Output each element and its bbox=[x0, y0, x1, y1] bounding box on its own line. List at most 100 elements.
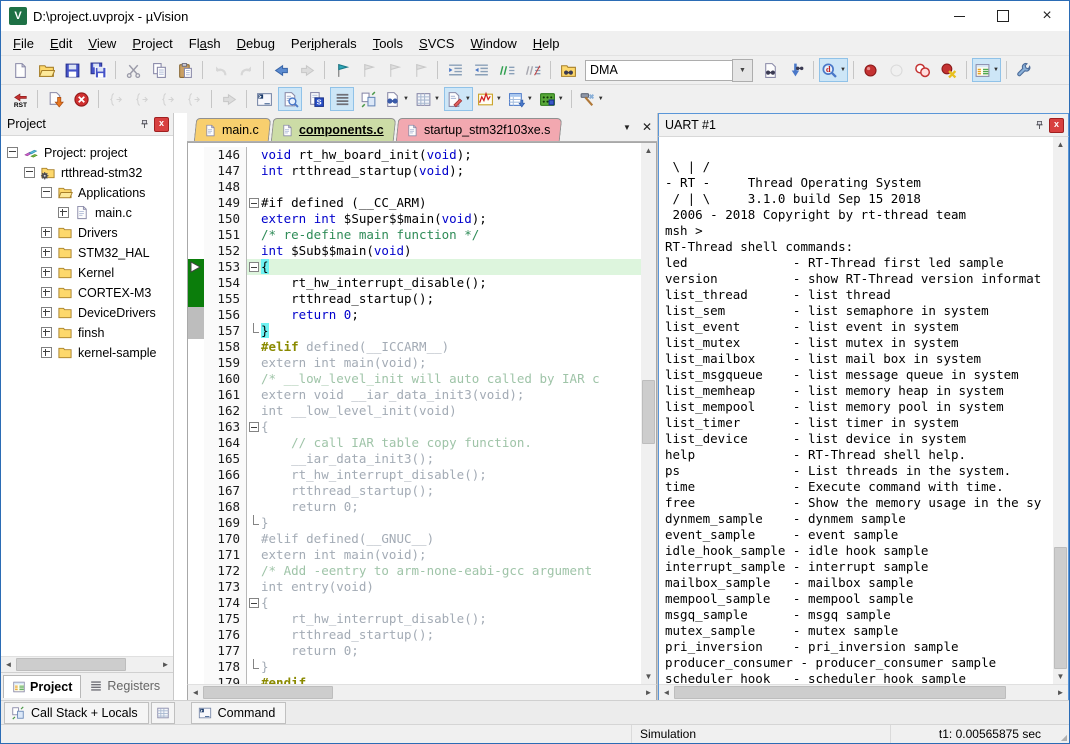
maximize-button[interactable] bbox=[981, 1, 1025, 31]
indent-button[interactable] bbox=[443, 58, 467, 82]
tree-item-kernel-sample[interactable]: kernel-sample bbox=[1, 342, 173, 362]
start-stop-debug-button[interactable]: ▼ bbox=[819, 58, 848, 82]
scroll-right-icon[interactable]: ► bbox=[641, 685, 656, 700]
copy-button[interactable] bbox=[147, 58, 171, 82]
menu-edit[interactable]: Edit bbox=[42, 34, 80, 53]
menu-window[interactable]: Window bbox=[462, 34, 524, 53]
workspace-tab-registers[interactable]: Registers bbox=[81, 675, 168, 697]
combo-dropdown-icon[interactable]: ▼ bbox=[732, 59, 753, 82]
uart-panel-close-icon[interactable]: x bbox=[1049, 118, 1064, 133]
minimize-button[interactable] bbox=[937, 1, 981, 31]
navigate-back-button[interactable] bbox=[269, 58, 293, 82]
configure-target-button[interactable] bbox=[1012, 58, 1036, 82]
scroll-up-icon[interactable]: ▲ bbox=[641, 143, 656, 158]
tree-expander-icon[interactable] bbox=[41, 287, 52, 298]
uart-hscrollbar[interactable]: ◄ ► bbox=[659, 684, 1068, 700]
tree-expander-icon[interactable] bbox=[41, 227, 52, 238]
tree-item-rtthread-stm32[interactable]: rtthread-stm32 bbox=[1, 162, 173, 182]
fold-marker-icon[interactable] bbox=[247, 595, 261, 611]
comment-selection-button[interactable] bbox=[495, 58, 519, 82]
fold-marker-icon[interactable] bbox=[247, 323, 261, 339]
save-all-button[interactable] bbox=[86, 58, 110, 82]
scroll-thumb[interactable] bbox=[16, 658, 126, 671]
fold-marker-icon[interactable] bbox=[247, 195, 261, 211]
scroll-down-icon[interactable]: ▼ bbox=[1053, 669, 1068, 684]
tree-item-devicedrivers[interactable]: DeviceDrivers bbox=[1, 302, 173, 322]
memory-window-button[interactable]: ▼ bbox=[413, 87, 442, 111]
dropdown-arrow-icon[interactable]: ▼ bbox=[840, 67, 846, 73]
fold-marker-icon[interactable] bbox=[247, 515, 261, 531]
run-button[interactable] bbox=[43, 87, 67, 111]
tree-expander-icon[interactable] bbox=[41, 327, 52, 338]
pin-icon[interactable] bbox=[1032, 118, 1046, 132]
workspace-tab-project[interactable]: Project bbox=[3, 675, 81, 698]
vertical-splitter[interactable] bbox=[174, 113, 187, 701]
command-tab[interactable]: Command bbox=[191, 702, 287, 724]
tree-item-stm32-hal[interactable]: STM32_HAL bbox=[1, 242, 173, 262]
window-layout-button[interactable]: ▼ bbox=[972, 58, 1001, 82]
debug-settings-button[interactable]: ▼ bbox=[577, 87, 606, 111]
tree-expander-icon[interactable] bbox=[24, 167, 35, 178]
fold-marker-icon[interactable] bbox=[247, 419, 261, 435]
tree-expander-icon[interactable] bbox=[41, 187, 52, 198]
project-panel-close-icon[interactable]: x bbox=[154, 117, 169, 132]
dropdown-arrow-icon[interactable]: ▼ bbox=[558, 96, 564, 102]
menu-project[interactable]: Project bbox=[124, 34, 180, 53]
symbol-window-button[interactable] bbox=[304, 87, 328, 111]
tree-item-cortex-m3[interactable]: CORTEX-M3 bbox=[1, 282, 173, 302]
tree-item-kernel[interactable]: Kernel bbox=[1, 262, 173, 282]
scroll-right-icon[interactable]: ► bbox=[1053, 685, 1068, 700]
tree-item-finsh[interactable]: finsh bbox=[1, 322, 173, 342]
dropdown-arrow-icon[interactable]: ▼ bbox=[527, 96, 533, 102]
menu-tools[interactable]: Tools bbox=[365, 34, 411, 53]
tree-item-applications[interactable]: Applications bbox=[1, 182, 173, 202]
tree-item-drivers[interactable]: Drivers bbox=[1, 222, 173, 242]
disassembly-window-button[interactable] bbox=[278, 87, 302, 111]
editor-vscrollbar[interactable]: ▲ ▼ bbox=[641, 143, 656, 684]
menu-svcs[interactable]: SVCS bbox=[411, 34, 462, 53]
scroll-left-icon[interactable]: ◄ bbox=[1, 657, 16, 672]
outdent-button[interactable] bbox=[469, 58, 493, 82]
uart-terminal[interactable]: \ | /- RT - Thread Operating System / | … bbox=[659, 137, 1053, 684]
scroll-left-icon[interactable]: ◄ bbox=[659, 685, 674, 700]
resize-grip[interactable]: ◢ bbox=[1051, 724, 1069, 744]
dropdown-arrow-icon[interactable]: ▼ bbox=[993, 67, 999, 73]
pin-icon[interactable] bbox=[137, 117, 151, 131]
tree-expander-icon[interactable] bbox=[41, 347, 52, 358]
find-text-input[interactable] bbox=[585, 60, 732, 81]
fold-marker-icon[interactable] bbox=[247, 659, 261, 675]
incremental-find-button[interactable] bbox=[784, 58, 808, 82]
dropdown-arrow-icon[interactable]: ▼ bbox=[403, 96, 409, 102]
tree-item-project-project[interactable]: Project: project bbox=[1, 142, 173, 162]
paste-button[interactable] bbox=[173, 58, 197, 82]
insert-breakpoint-button[interactable] bbox=[859, 58, 883, 82]
registers-window-button[interactable] bbox=[330, 87, 354, 111]
command-window-button[interactable] bbox=[252, 87, 276, 111]
editor-tab-main-c[interactable]: main.c bbox=[194, 118, 271, 141]
dropdown-arrow-icon[interactable]: ▼ bbox=[465, 96, 471, 102]
tree-expander-icon[interactable] bbox=[58, 207, 69, 218]
scroll-down-icon[interactable]: ▼ bbox=[641, 669, 656, 684]
dropdown-arrow-icon[interactable]: ▼ bbox=[434, 96, 440, 102]
tab-list-dropdown-icon[interactable]: ▼ bbox=[617, 123, 637, 132]
scroll-thumb[interactable] bbox=[642, 380, 655, 444]
project-hscrollbar[interactable]: ◄ ► bbox=[1, 656, 173, 672]
fold-marker-icon[interactable] bbox=[247, 259, 261, 275]
reset-cpu-button[interactable] bbox=[8, 87, 32, 111]
open-file-button[interactable] bbox=[34, 58, 58, 82]
close-button[interactable]: × bbox=[1025, 1, 1069, 31]
menu-file[interactable]: File bbox=[5, 34, 42, 53]
tree-expander-icon[interactable] bbox=[41, 307, 52, 318]
tree-expander-icon[interactable] bbox=[7, 147, 18, 158]
scroll-up-icon[interactable]: ▲ bbox=[1053, 137, 1068, 152]
enable-disable-breakpoints-button[interactable] bbox=[911, 58, 935, 82]
menu-flash[interactable]: Flash bbox=[181, 34, 229, 53]
system-viewer-button[interactable]: ▼ bbox=[506, 87, 535, 111]
editor-tab-components-c[interactable]: components.c bbox=[271, 118, 396, 141]
menu-help[interactable]: Help bbox=[525, 34, 568, 53]
editor-hscrollbar[interactable]: ◄ ► bbox=[187, 684, 657, 701]
code-editor[interactable]: 146void rt_hw_board_init(void);147int rt… bbox=[188, 143, 641, 684]
dropdown-arrow-icon[interactable]: ▼ bbox=[598, 96, 604, 102]
menu-debug[interactable]: Debug bbox=[229, 34, 283, 53]
scroll-thumb[interactable] bbox=[674, 686, 1006, 699]
